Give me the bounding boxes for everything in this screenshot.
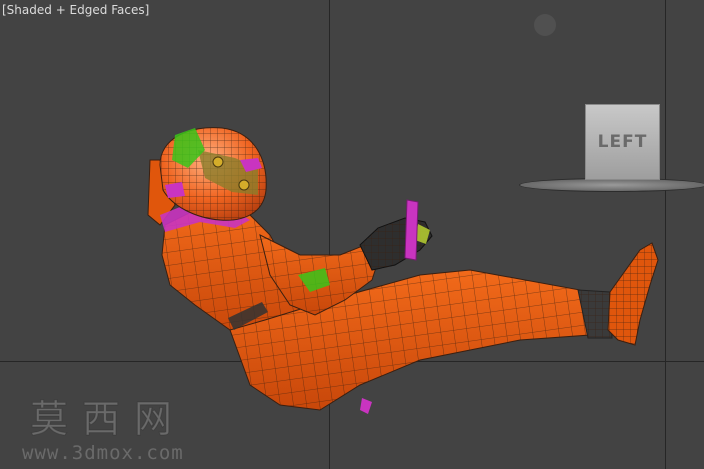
steering-grip (404, 199, 419, 261)
helmet-bolt (212, 156, 224, 168)
watermark-chinese: 莫西网 (29, 397, 187, 441)
watermark-url: www.3dmox.com (22, 442, 184, 464)
pedal-accent (360, 398, 372, 414)
helmet-bolt (238, 179, 250, 191)
viewport-left[interactable]: [Shaded + Edged Faces] LEFT 莫西网 www.3dmo… (0, 0, 704, 469)
watermark: 莫西网 www.3dmox.com (22, 397, 187, 465)
